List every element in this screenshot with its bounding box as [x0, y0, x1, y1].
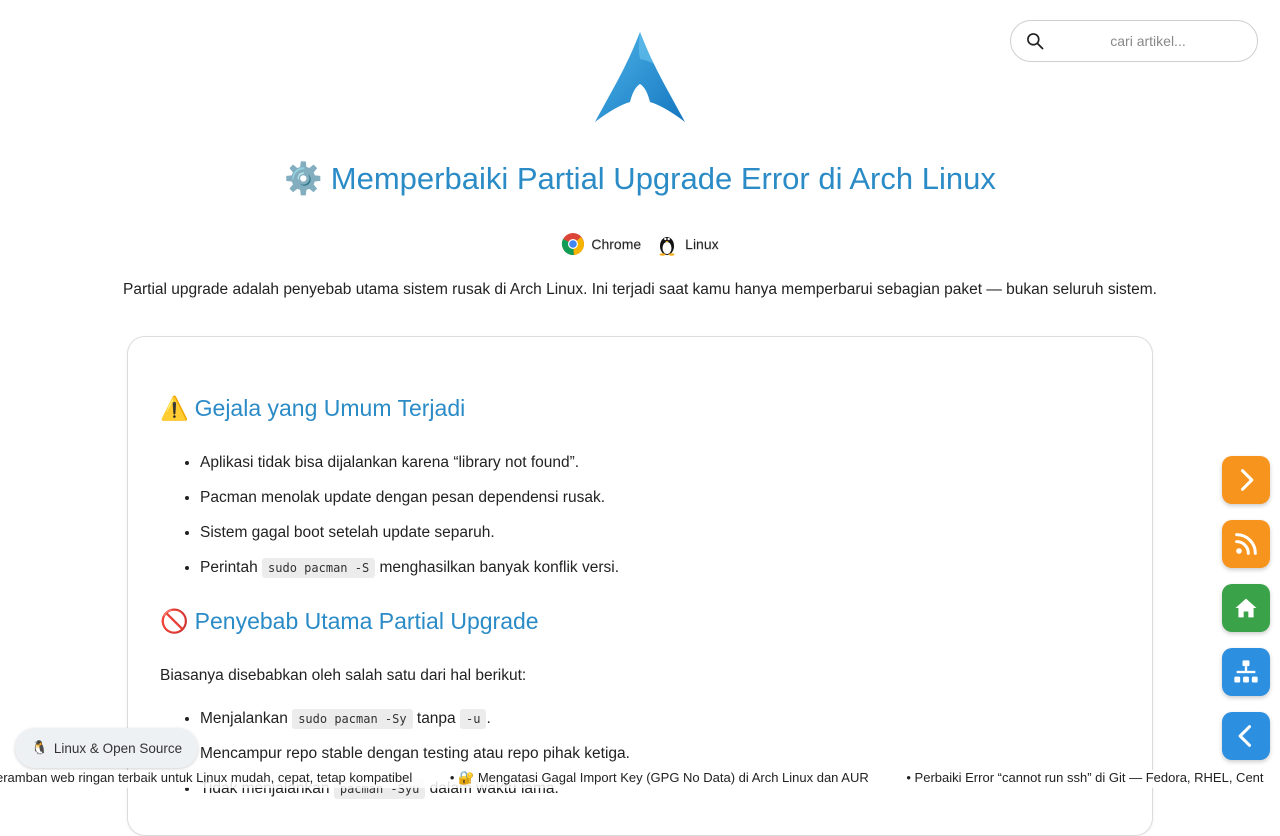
news-ticker: eramban web ringan terbaik untuk Linux m… [0, 770, 1280, 788]
warning-icon: ⚠️ [160, 395, 189, 421]
next-button[interactable] [1222, 456, 1270, 504]
badge-chrome: Chrome [561, 232, 641, 256]
section-heading-text: Penyebab Utama Partial Upgrade [194, 608, 539, 634]
chrome-icon [562, 233, 585, 256]
search-input[interactable] [1051, 32, 1245, 50]
badge-chrome-label: Chrome [591, 236, 642, 252]
section-heading-causes: 🚫 Penyebab Utama Partial Upgrade [160, 608, 539, 635]
sitemap-button[interactable] [1222, 648, 1270, 696]
intro-text: Partial upgrade adalah penyebab utama si… [123, 281, 1157, 298]
penguin-icon: 🐧 [31, 740, 48, 755]
causes-list: Menjalankan sudo pacman -Sy tanpa -u. Me… [160, 707, 630, 812]
inline-code: sudo pacman -Sy [292, 709, 413, 729]
list-item: Aplikasi tidak bisa dijalankan karena “l… [200, 451, 619, 486]
back-button[interactable] [1222, 712, 1270, 760]
article-card: ⚠️Gejala yang Umum Terjadi Aplikasi tida… [127, 336, 1153, 836]
search-box[interactable] [1010, 20, 1258, 62]
symptoms-list: Aplikasi tidak bisa dijalankan karena “l… [160, 451, 619, 591]
prohibited-icon: 🚫 [160, 608, 189, 634]
list-item: Pacman menolak update dengan pesan depen… [200, 486, 619, 521]
section-heading-symptoms: ⚠️ Gejala yang Umum Terjadi [160, 395, 465, 422]
chevron-left-icon [1238, 725, 1252, 747]
rss-button[interactable] [1222, 520, 1270, 568]
section-intro: Biasanya disebabkan oleh salah satu dari… [160, 667, 527, 684]
ticker-track: eramban web ringan terbaik untuk Linux m… [0, 770, 1280, 786]
ticker-link[interactable]: • 🔐 Mengatasi Gagal Import Key (GPG No D… [450, 770, 869, 786]
gear-icon: ⚙️ [284, 161, 323, 196]
ticker-link[interactable]: • Perbaiki Error “cannot run ssh” di Git… [906, 770, 1263, 785]
chevron-right-icon [1240, 469, 1254, 491]
page-title-text: Memperbaiki Partial Upgrade Error di Arc… [330, 161, 996, 196]
list-item-text: tanpa [412, 710, 460, 727]
category-pill-label: Linux & Open Source [53, 740, 183, 756]
section-heading-text: Gejala yang Umum Terjadi [194, 395, 466, 421]
ticker-link[interactable]: eramban web ringan terbaik untuk Linux m… [0, 770, 412, 785]
rss-icon [1235, 533, 1257, 555]
badge-linux: Linux [655, 232, 719, 256]
list-item-text: menghasilkan banyak konflik versi. [375, 559, 620, 576]
list-item: Perintah sudo pacman -S menghasilkan ban… [200, 556, 619, 591]
home-icon [1235, 598, 1257, 618]
list-item: Sistem gagal boot setelah update separuh… [200, 521, 619, 556]
search-icon [1027, 33, 1044, 50]
home-button[interactable] [1222, 584, 1270, 632]
platform-badges: Chrome Linux [0, 232, 1280, 256]
list-item-text: Perintah [200, 559, 263, 576]
badge-linux-label: Linux [685, 236, 719, 252]
arch-linux-logo[interactable] [594, 32, 686, 122]
category-pill[interactable]: 🐧 Linux & Open Source [15, 728, 199, 768]
list-item: Menjalankan sudo pacman -Sy tanpa -u. [200, 707, 630, 742]
tux-icon [659, 237, 675, 256]
list-item-text: . [486, 710, 491, 727]
page-title: ⚙️ Memperbaiki Partial Upgrade Error di A… [0, 160, 1280, 197]
sitemap-icon [1234, 660, 1258, 683]
list-item-text: Menjalankan [200, 710, 293, 727]
inline-code: -u [459, 709, 487, 729]
inline-code: sudo pacman -S [262, 558, 376, 578]
